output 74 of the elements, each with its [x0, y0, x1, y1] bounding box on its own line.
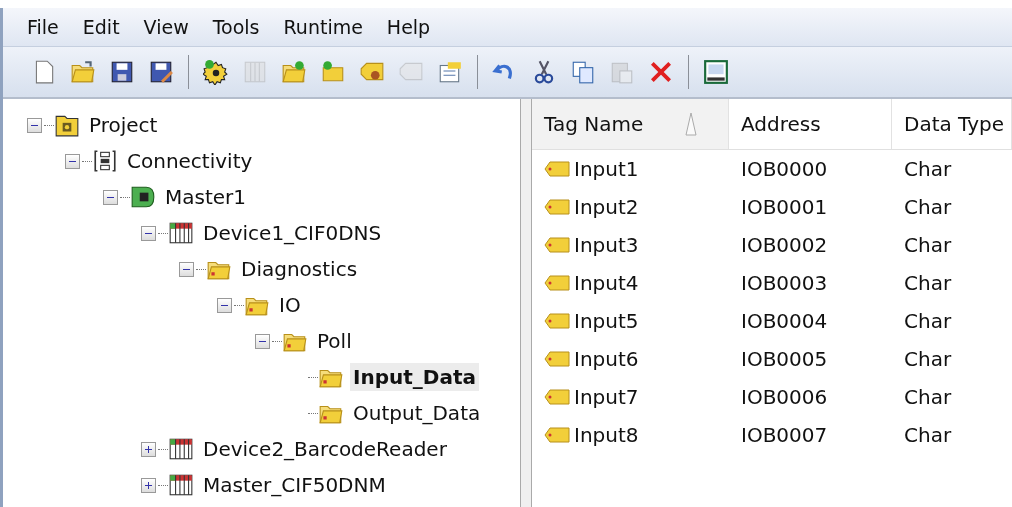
table-cell-text: IOB0005	[740, 347, 829, 371]
table-cell-text: IOB0001	[740, 195, 829, 219]
collapse-toggle[interactable]	[179, 261, 194, 277]
table-cell-text: Char	[903, 271, 953, 295]
table-cell-text: Char	[903, 157, 953, 181]
tree-item[interactable]: Master_CIF50DNM	[200, 471, 389, 499]
menu-item[interactable]: Runtime	[273, 14, 373, 40]
tag-icon	[544, 160, 570, 178]
tree-item[interactable]: Poll	[314, 327, 355, 355]
expand-toggle[interactable]	[141, 477, 156, 493]
tag-cell: Input6	[532, 347, 729, 371]
table-cell-text: Char	[903, 195, 953, 219]
tag-cell: Input8	[532, 423, 729, 447]
copy-button[interactable]	[570, 59, 596, 85]
tag-icon	[544, 274, 570, 292]
menu-item[interactable]: Help	[376, 14, 441, 40]
table-cell-text: Char	[903, 423, 953, 447]
tree-item[interactable]: Device1_CIF0DNS	[200, 219, 385, 247]
save-button[interactable]	[109, 59, 135, 85]
device-rack-icon	[168, 472, 194, 498]
tree-item[interactable]: IO	[276, 291, 304, 319]
sort-icon	[684, 111, 698, 137]
tag-icon	[544, 236, 570, 254]
collapse-toggle[interactable]	[141, 225, 156, 241]
tag-cell: Input2	[532, 195, 729, 219]
collapse-toggle[interactable]	[65, 153, 80, 169]
table-cell-text: Char	[903, 309, 953, 333]
expand-toggle[interactable]	[141, 441, 156, 457]
table-cell-text: IOB0006	[740, 385, 829, 409]
card-icon	[130, 184, 156, 210]
folder-add-button[interactable]	[281, 59, 307, 85]
collapse-toggle[interactable]	[103, 189, 118, 205]
tree-item[interactable]: Output_Data	[350, 399, 484, 427]
tag-icon	[544, 198, 570, 216]
tag-cell: Input7	[532, 385, 729, 409]
table-cell-text: IOB0003	[740, 271, 829, 295]
collapse-toggle[interactable]	[217, 297, 232, 313]
delete-button[interactable]	[648, 59, 674, 85]
tag-cell: Input5	[532, 309, 729, 333]
tree-item[interactable]: Connectivity	[124, 147, 256, 175]
tag-icon	[544, 350, 570, 368]
qc-button[interactable]	[703, 59, 729, 85]
tag-icon	[544, 388, 570, 406]
table-cell-text: IOB0002	[740, 233, 829, 257]
tag-cell: Input1	[532, 157, 729, 181]
collapse-toggle[interactable]	[27, 117, 42, 133]
table-cell-text: IOB0004	[740, 309, 829, 333]
open-button[interactable]	[70, 59, 96, 85]
tag-icon	[544, 426, 570, 444]
table-cell-text: Char	[903, 233, 953, 257]
table-cell-text: IOB0007	[740, 423, 829, 447]
menu-item[interactable]: View	[133, 14, 199, 40]
io-bracket-icon	[92, 148, 118, 174]
menu-item[interactable]: Tools	[202, 14, 270, 40]
gear-add-button[interactable]	[203, 59, 229, 85]
table-cell-text: Char	[903, 347, 953, 371]
tree-item[interactable]: Device2_BarcodeReader	[200, 435, 450, 463]
tag-cell: Input3	[532, 233, 729, 257]
tag-cell: Input4	[532, 271, 729, 295]
save-as-button[interactable]	[148, 59, 174, 85]
tree-item[interactable]: Diagnostics	[238, 255, 361, 283]
tree-item[interactable]: Master1	[162, 183, 250, 211]
column-header[interactable]: Tag Name	[532, 99, 729, 149]
menu-item[interactable]: Edit	[72, 14, 130, 40]
properties-button[interactable]	[437, 59, 463, 85]
tree-item[interactable]: Project	[86, 111, 161, 139]
tag-icon	[544, 312, 570, 330]
device-rack-icon	[168, 436, 194, 462]
menu-item[interactable]: File	[17, 14, 69, 40]
tree-item[interactable]: Input_Data	[350, 363, 479, 391]
table-cell-text: Char	[903, 385, 953, 409]
table-cell-text: IOB0000	[740, 157, 829, 181]
device-rack-icon	[168, 220, 194, 246]
collapse-toggle[interactable]	[255, 333, 270, 349]
